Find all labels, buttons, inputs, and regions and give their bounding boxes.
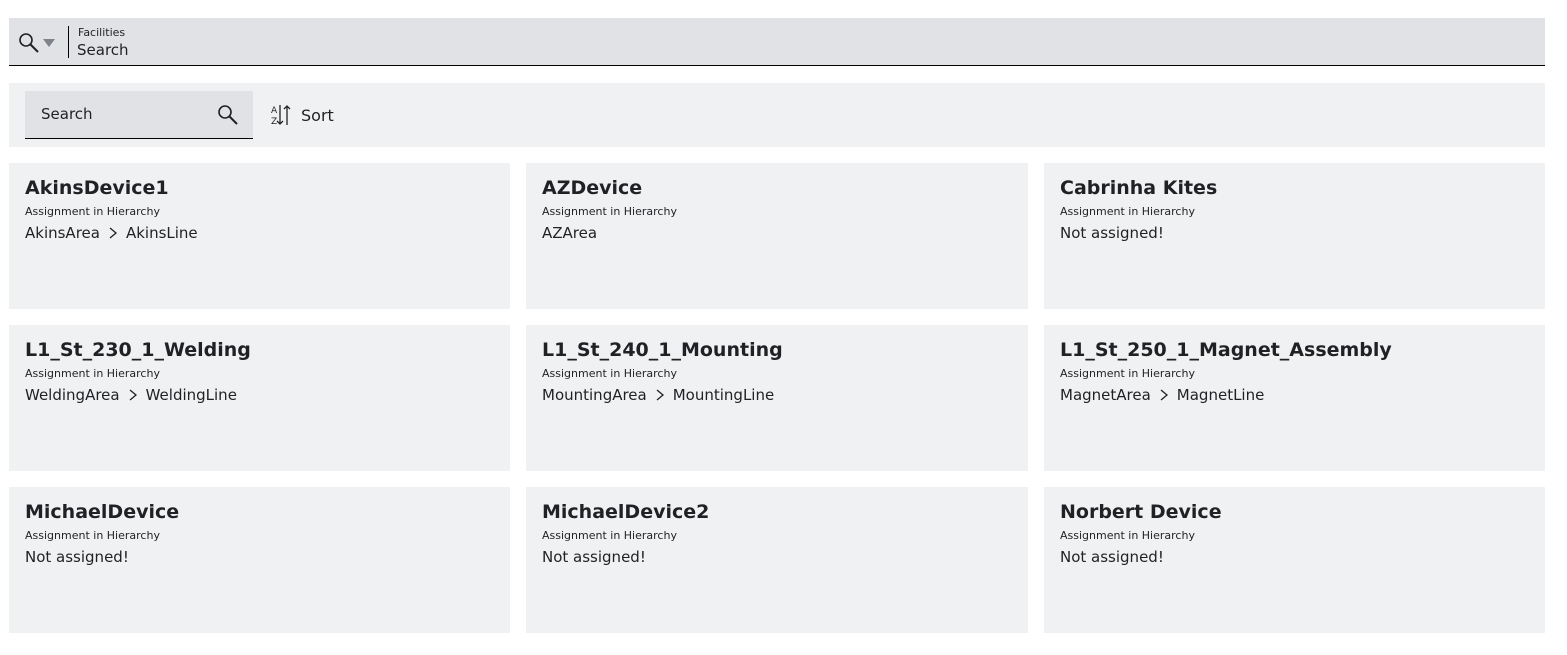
search-mode-dropdown[interactable] — [18, 32, 68, 54]
device-card[interactable]: L1_St_230_1_Welding Assignment in Hierar… — [9, 325, 510, 471]
hierarchy-line: AkinsLine — [125, 224, 198, 242]
device-name: L1_St_250_1_Magnet_Assembly — [1060, 339, 1392, 361]
hierarchy-path: Not assigned! — [542, 547, 1012, 567]
assignment-label: Assignment in Hierarchy — [542, 205, 677, 218]
device-name: MichaelDevice — [25, 501, 180, 523]
chevron-right-icon — [656, 389, 664, 401]
device-name: Norbert Device — [1060, 501, 1222, 523]
hierarchy-area: AkinsArea — [25, 224, 100, 242]
device-name: L1_St_230_1_Welding — [25, 339, 251, 361]
chevron-right-icon — [129, 389, 137, 401]
hierarchy-status: Not assigned! — [1060, 548, 1164, 566]
caret-down-icon — [43, 39, 55, 47]
assignment-label: Assignment in Hierarchy — [542, 367, 677, 380]
hierarchy-line: MagnetLine — [1176, 386, 1265, 404]
svg-text:A: A — [271, 106, 278, 116]
magnifier-icon — [19, 33, 39, 53]
svg-text:Z: Z — [271, 117, 277, 126]
device-card[interactable]: Cabrinha Kites Assignment in Hierarchy N… — [1044, 163, 1545, 309]
hierarchy-line: MountingLine — [672, 386, 775, 404]
sort-az-icon: A Z — [271, 105, 291, 126]
device-card[interactable]: L1_St_250_1_Magnet_Assembly Assignment i… — [1044, 325, 1545, 471]
device-name: Cabrinha Kites — [1060, 177, 1218, 199]
assignment-label: Assignment in Hierarchy — [1060, 529, 1195, 542]
search-field[interactable] — [25, 91, 253, 139]
header-divider — [68, 26, 69, 58]
assignment-label: Assignment in Hierarchy — [1060, 367, 1195, 380]
page-title: Search — [77, 41, 129, 59]
search-input[interactable] — [25, 91, 205, 137]
hierarchy-line: WeldingLine — [145, 386, 237, 404]
hierarchy-path: Not assigned! — [1060, 223, 1529, 243]
assignment-label: Assignment in Hierarchy — [25, 529, 160, 542]
device-name: AZDevice — [542, 177, 643, 199]
device-name: L1_St_240_1_Mounting — [542, 339, 783, 361]
chevron-right-icon — [109, 227, 117, 239]
hierarchy-path: AkinsArea AkinsLine — [25, 223, 494, 243]
hierarchy-path: MagnetArea MagnetLine — [1060, 385, 1529, 405]
assignment-label: Assignment in Hierarchy — [542, 529, 677, 542]
device-grid: AkinsDevice1 Assignment in Hierarchy Aki… — [9, 163, 1545, 633]
hierarchy-area: AZArea — [542, 224, 598, 242]
device-name: AkinsDevice1 — [25, 177, 169, 199]
hierarchy-area: MagnetArea — [1060, 386, 1151, 404]
device-name: MichaelDevice2 — [542, 501, 710, 523]
hierarchy-path: Not assigned! — [25, 547, 494, 567]
device-card[interactable]: MichaelDevice2 Assignment in Hierarchy N… — [526, 487, 1028, 633]
device-card[interactable]: Norbert Device Assignment in Hierarchy N… — [1044, 487, 1545, 633]
hierarchy-path: MountingArea MountingLine — [542, 385, 1012, 405]
breadcrumb: Facilities — [78, 26, 126, 39]
device-card[interactable]: AkinsDevice1 Assignment in Hierarchy Aki… — [9, 163, 510, 309]
magnifier-icon[interactable] — [217, 104, 239, 126]
device-card[interactable]: L1_St_240_1_Mounting Assignment in Hiera… — [526, 325, 1028, 471]
hierarchy-path: Not assigned! — [1060, 547, 1529, 567]
hierarchy-area: WeldingArea — [25, 386, 120, 404]
assignment-label: Assignment in Hierarchy — [1060, 205, 1195, 218]
sort-label: Sort — [301, 105, 334, 125]
assignment-label: Assignment in Hierarchy — [25, 367, 160, 380]
device-card[interactable]: MichaelDevice Assignment in Hierarchy No… — [9, 487, 510, 633]
sort-button[interactable]: A Z Sort — [271, 103, 334, 127]
toolbar: A Z Sort — [9, 83, 1545, 147]
chevron-right-icon — [1160, 389, 1168, 401]
hierarchy-path: AZArea — [542, 223, 1012, 243]
hierarchy-area: MountingArea — [542, 386, 647, 404]
hierarchy-status: Not assigned! — [1060, 224, 1164, 242]
hierarchy-path: WeldingArea WeldingLine — [25, 385, 494, 405]
hierarchy-status: Not assigned! — [25, 548, 129, 566]
device-card[interactable]: AZDevice Assignment in Hierarchy AZArea — [526, 163, 1028, 309]
assignment-label: Assignment in Hierarchy — [25, 205, 160, 218]
hierarchy-status: Not assigned! — [542, 548, 646, 566]
page-header: Facilities Search — [9, 18, 1545, 66]
